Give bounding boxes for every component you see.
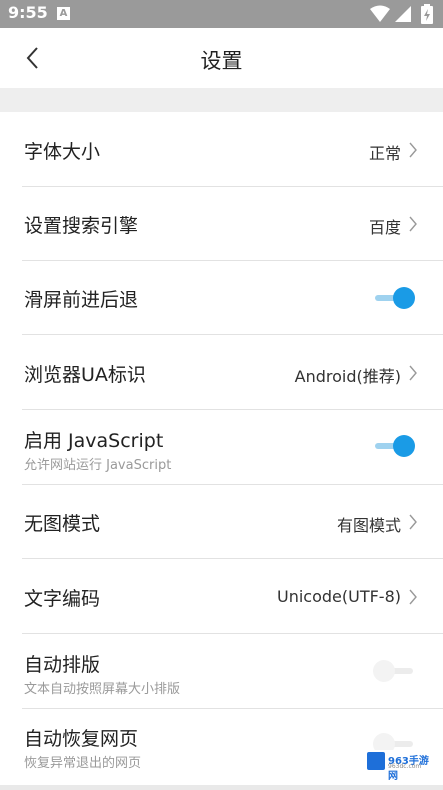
- setting-value: 正常: [368, 144, 401, 163]
- watermark-sub: 963dc.com: [388, 763, 422, 770]
- setting-subtitle: 允许网站运行 JavaScript: [24, 458, 172, 473]
- notification-app-icon: A: [57, 7, 70, 20]
- setting-search-engine[interactable]: 设置搜索引擎 百度: [0, 187, 443, 261]
- section-divider: [0, 88, 443, 112]
- setting-value: Unicode(UTF-8): [276, 587, 401, 606]
- setting-encoding[interactable]: 文字编码 Unicode(UTF-8): [0, 559, 443, 634]
- javascript-toggle[interactable]: [373, 433, 417, 459]
- setting-title: 文字编码: [24, 588, 101, 610]
- setting-font-size[interactable]: 字体大小 正常: [0, 112, 443, 187]
- setting-subtitle: 恢复异常退出的网页: [24, 756, 142, 771]
- setting-title: 自动恢复网页: [24, 728, 139, 750]
- wifi-icon: [370, 5, 390, 22]
- setting-auto-layout: 自动排版 文本自动按照屏幕大小排版: [0, 634, 443, 709]
- setting-title: 无图模式: [24, 513, 101, 535]
- setting-value: Android(推荐): [294, 367, 401, 386]
- setting-title: 启用 JavaScript: [24, 430, 164, 452]
- setting-title: 滑屏前进后退: [24, 289, 139, 311]
- chevron-right-icon: [409, 365, 417, 381]
- toggle-knob: [393, 435, 415, 457]
- status-time: 9:55: [8, 3, 48, 22]
- chevron-right-icon: [409, 514, 417, 530]
- setting-value: 百度: [368, 218, 401, 237]
- battery-icon: [421, 4, 433, 24]
- toggle-knob: [373, 660, 395, 682]
- chevron-right-icon: [409, 589, 417, 605]
- setting-javascript: 启用 JavaScript 允许网站运行 JavaScript: [0, 410, 443, 485]
- setting-title: 自动排版: [24, 654, 101, 676]
- signal-icon: [395, 6, 411, 22]
- chevron-right-icon: [409, 216, 417, 232]
- toggle-knob: [393, 287, 415, 309]
- watermark-logo-icon: [367, 752, 385, 770]
- settings-list: 字体大小 正常 设置搜索引擎 百度 滑屏前进后退 浏览器UA标识 Android…: [0, 112, 443, 785]
- page-title: 设置: [200, 49, 243, 73]
- setting-title: 设置搜索引擎: [24, 215, 139, 237]
- watermark: 963手游网 963dc.com: [365, 750, 437, 782]
- setting-subtitle: 文本自动按照屏幕大小排版: [24, 682, 181, 697]
- setting-value: 有图模式: [336, 516, 401, 535]
- setting-title: 浏览器UA标识: [24, 364, 146, 386]
- app-bar: 设置: [0, 28, 443, 88]
- setting-auto-restore: 自动恢复网页 恢复异常退出的网页: [0, 709, 443, 785]
- setting-user-agent[interactable]: 浏览器UA标识 Android(推荐): [0, 335, 443, 410]
- setting-swipe-nav: 滑屏前进后退: [0, 261, 443, 335]
- setting-title: 字体大小: [24, 141, 101, 163]
- auto-layout-toggle[interactable]: [373, 658, 417, 684]
- bottom-edge: [0, 785, 443, 790]
- status-bar: 9:55 A: [0, 0, 443, 28]
- swipe-nav-toggle[interactable]: [373, 285, 417, 311]
- setting-no-image[interactable]: 无图模式 有图模式: [0, 485, 443, 559]
- status-icons: [369, 4, 439, 24]
- chevron-right-icon: [409, 142, 417, 158]
